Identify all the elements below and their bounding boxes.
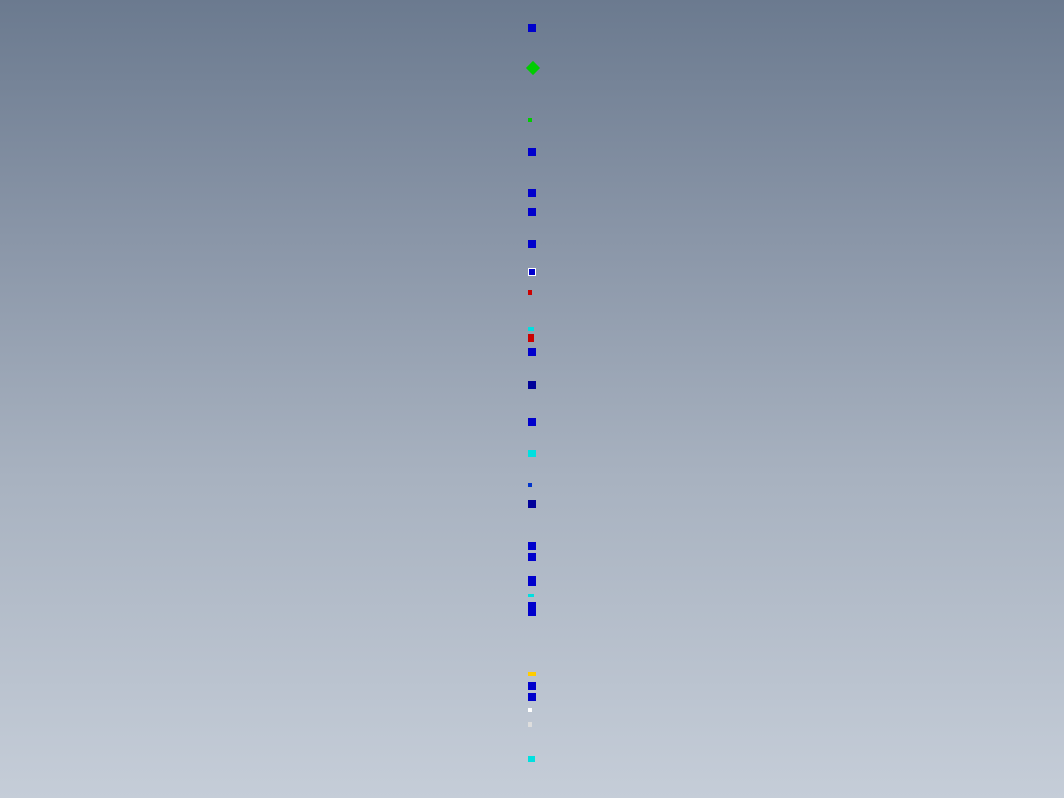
assembly-marker-2 <box>528 118 532 122</box>
assembly-marker-3 <box>528 148 536 156</box>
assembly-marker-11 <box>528 348 536 356</box>
assembly-marker-7 <box>528 268 536 276</box>
assembly-marker-21 <box>528 602 536 616</box>
assembly-marker-26 <box>528 722 532 727</box>
assembly-marker-27 <box>528 756 535 762</box>
assembly-marker-0 <box>528 24 536 32</box>
assembly-marker-16 <box>528 500 536 508</box>
assembly-marker-17 <box>528 542 536 550</box>
assembly-marker-4 <box>528 189 536 197</box>
assembly-marker-22 <box>528 672 536 676</box>
assembly-marker-20 <box>528 594 534 597</box>
assembly-marker-10 <box>528 334 534 342</box>
assembly-marker-14 <box>528 450 536 457</box>
assembly-marker-25 <box>528 708 532 712</box>
assembly-marker-1 <box>526 61 540 75</box>
assembly-marker-13 <box>528 418 536 426</box>
assembly-marker-15 <box>528 483 532 487</box>
assembly-marker-8 <box>528 290 532 295</box>
assembly-marker-18 <box>528 553 536 561</box>
assembly-marker-9 <box>528 327 534 331</box>
assembly-marker-23 <box>528 682 536 690</box>
assembly-marker-24 <box>528 693 536 701</box>
assembly-marker-5 <box>528 208 536 216</box>
assembly-marker-6 <box>528 240 536 248</box>
assembly-marker-19 <box>528 576 536 586</box>
assembly-marker-12 <box>528 381 536 389</box>
